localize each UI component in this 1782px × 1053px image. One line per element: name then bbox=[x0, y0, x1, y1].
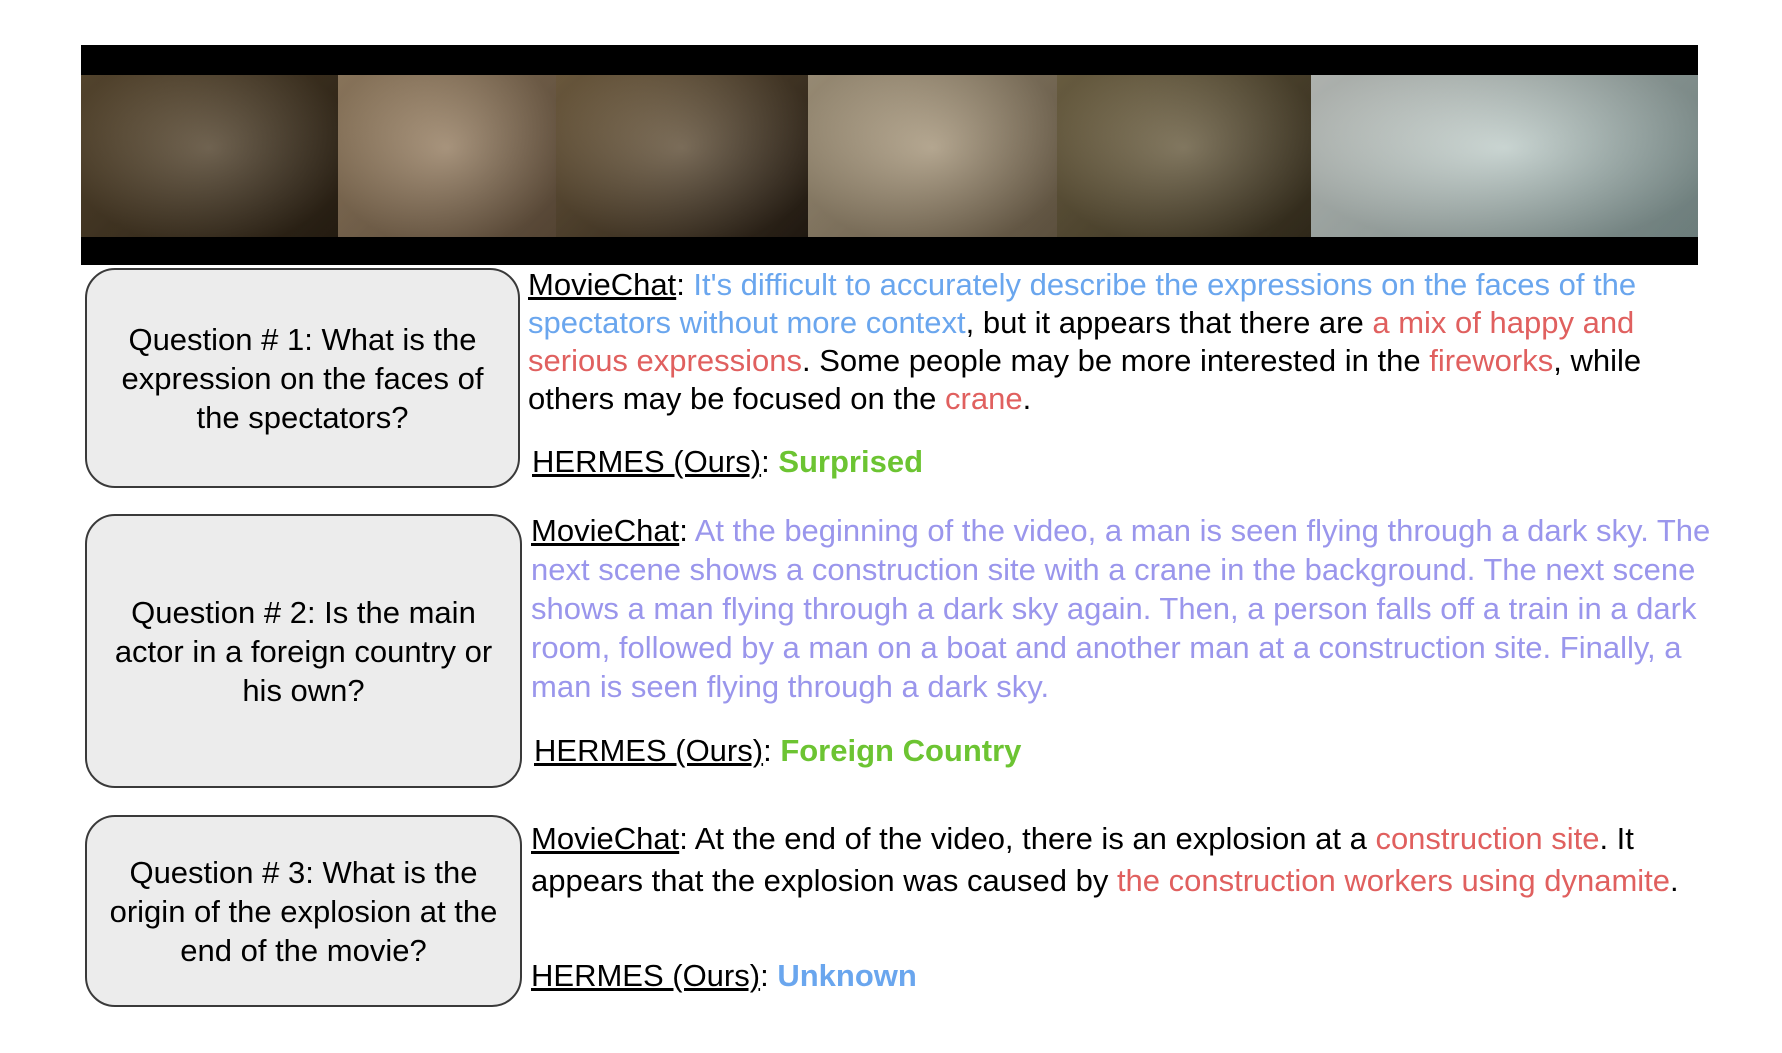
question-3-text: Question # 3: What is the origin of the … bbox=[109, 854, 498, 968]
question-3-box: Question # 3: What is the origin of the … bbox=[85, 815, 522, 1007]
hermes-answer-3: HERMES (Ours): Unknown bbox=[531, 958, 917, 993]
moviechat-text-segment: : At the end of the video, there is an e… bbox=[679, 821, 1376, 856]
video-frame-4 bbox=[808, 75, 1057, 237]
hermes-answer-1: HERMES (Ours): Surprised bbox=[532, 444, 924, 479]
video-frame-6 bbox=[1311, 75, 1698, 237]
moviechat-text-segment: construction site bbox=[1375, 821, 1600, 856]
hermes-answer-text: Foreign Country bbox=[780, 733, 1022, 768]
moviechat-text-segment: . bbox=[1670, 863, 1679, 898]
moviechat-text-segment: the construction workers using dynamite bbox=[1116, 863, 1671, 898]
hermes-label: HERMES (Ours) bbox=[531, 958, 761, 993]
hermes-answer-2: HERMES (Ours): Foreign Country bbox=[534, 733, 1022, 768]
moviechat-text-segment: . Some people may be more interested in … bbox=[801, 343, 1430, 378]
moviechat-text-segment: , but it appears that there are bbox=[965, 305, 1373, 340]
moviechat-text-segment: crane bbox=[945, 381, 1023, 416]
hermes-answer-text: Surprised bbox=[778, 444, 924, 479]
moviechat-text-segment: . bbox=[1022, 381, 1032, 416]
video-filmstrip bbox=[81, 45, 1698, 265]
question-1-box: Question # 1: What is the expression on … bbox=[85, 268, 520, 488]
moviechat-label: MovieChat bbox=[531, 513, 680, 548]
video-frame-2 bbox=[338, 75, 556, 237]
video-frame-1 bbox=[81, 75, 338, 237]
question-2-text: Question # 2: Is the main actor in a for… bbox=[114, 594, 493, 708]
hermes-label: HERMES (Ours) bbox=[532, 444, 762, 479]
moviechat-label: MovieChat bbox=[528, 267, 677, 302]
question-1-text: Question # 1: What is the expression on … bbox=[121, 321, 484, 435]
moviechat-label: MovieChat bbox=[531, 821, 680, 856]
moviechat-answer-1: MovieChat: It's difficult to accurately … bbox=[528, 266, 1708, 418]
question-2-box: Question # 2: Is the main actor in a for… bbox=[85, 514, 522, 788]
filmstrip-frames bbox=[81, 75, 1698, 237]
moviechat-answer-2: MovieChat: At the beginning of the video… bbox=[531, 511, 1711, 706]
video-frame-3 bbox=[556, 75, 808, 237]
hermes-answer-text: Unknown bbox=[777, 958, 917, 993]
moviechat-text-segment: fireworks bbox=[1429, 343, 1554, 378]
moviechat-text-segment: : bbox=[679, 513, 695, 548]
moviechat-text-segment: At the beginning of the video, a man is … bbox=[531, 513, 1711, 704]
moviechat-answer-3: MovieChat: At the end of the video, ther… bbox=[531, 818, 1716, 902]
moviechat-text-segment: : bbox=[676, 267, 694, 302]
hermes-label: HERMES (Ours) bbox=[534, 733, 764, 768]
video-frame-5 bbox=[1057, 75, 1311, 237]
